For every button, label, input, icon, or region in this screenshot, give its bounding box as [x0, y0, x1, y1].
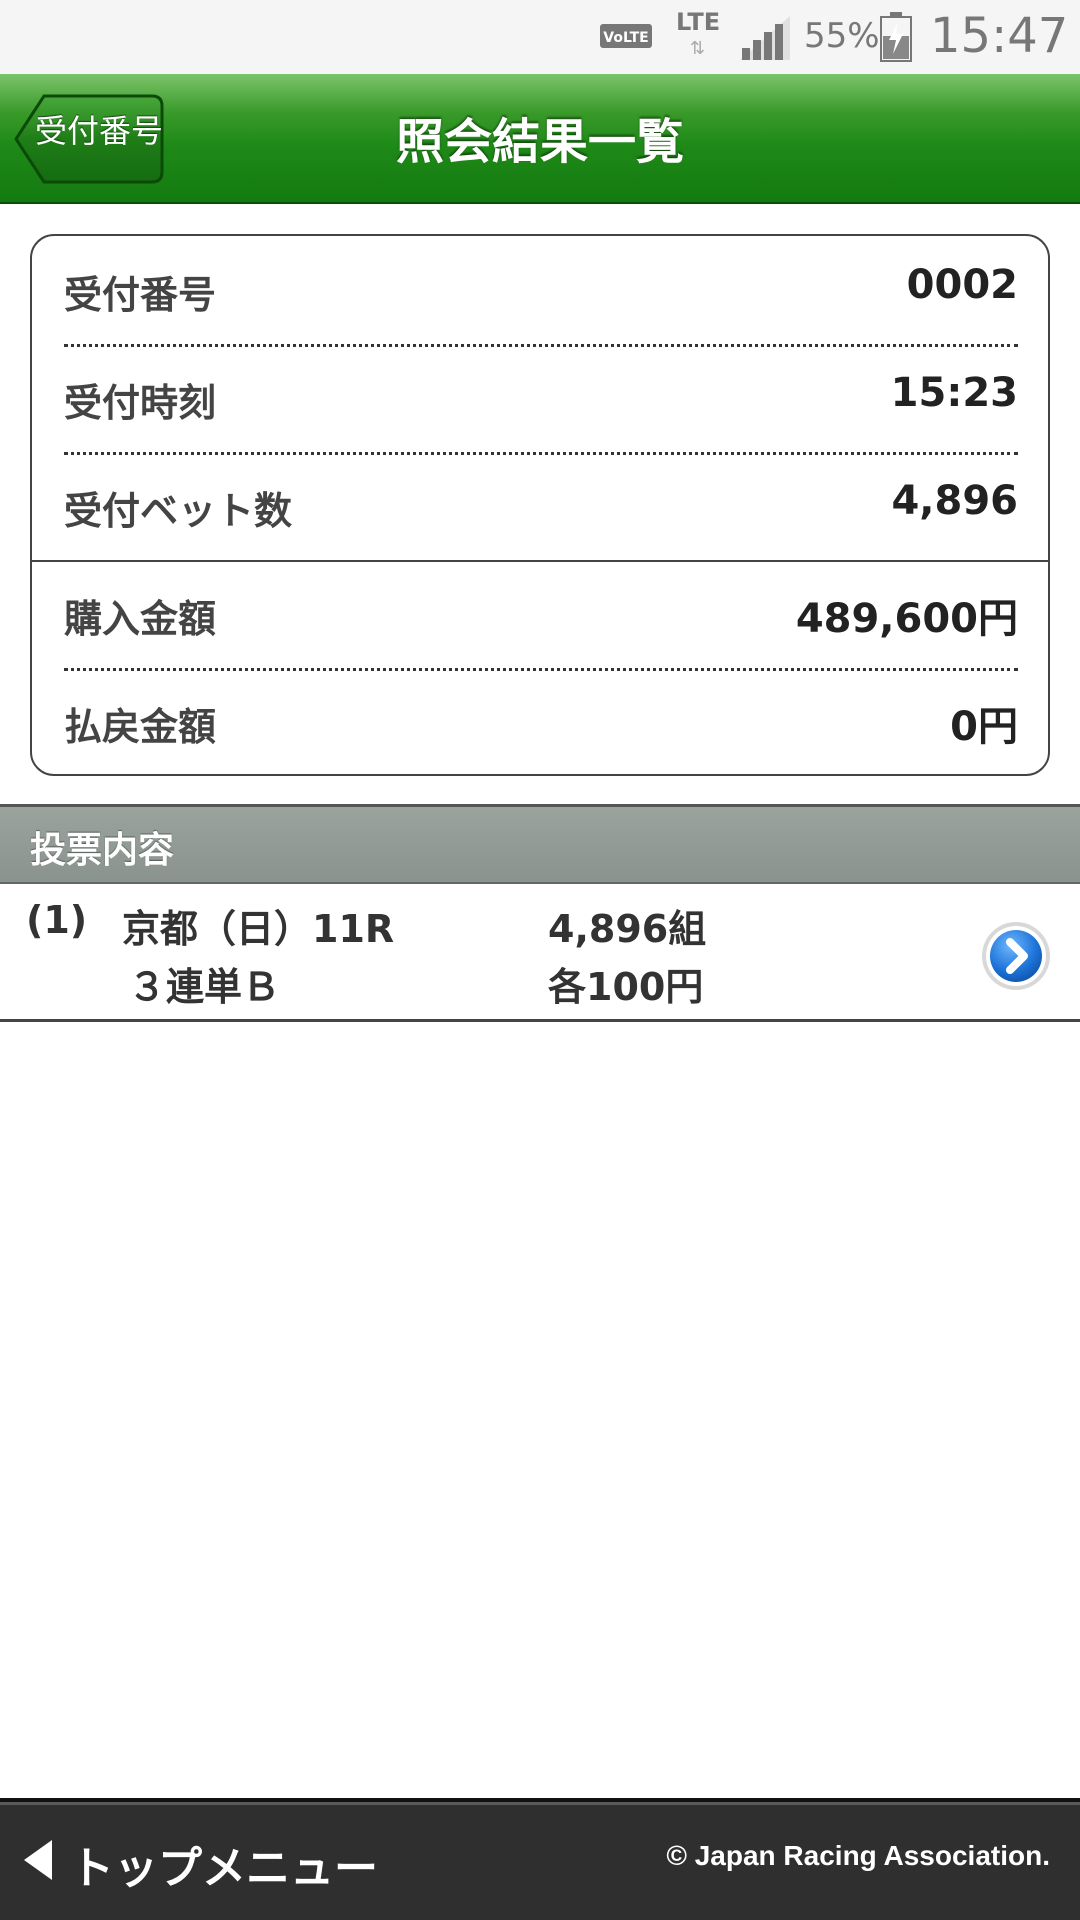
payout-amount-row: 払戻金額 0円	[64, 668, 1018, 776]
clock: 15:47	[930, 8, 1069, 64]
left-triangle-icon	[24, 1840, 52, 1880]
vote-list-item[interactable]: (1) 京都（日）11R ３連単Ｂ 4,896組 各100円	[0, 884, 1080, 1022]
vote-index: (1)	[26, 898, 88, 942]
battery-icon	[880, 12, 912, 62]
receipt-time-row: 受付時刻 15:23	[64, 344, 1018, 452]
bet-count-row: 受付ベット数 4,896	[64, 452, 1018, 560]
purchase-amount-label: 購入金額	[64, 597, 217, 641]
vote-bet-type: ３連単Ｂ	[128, 965, 281, 1009]
data-activity-icon: ⇅	[690, 38, 706, 59]
top-menu-label: トップメニュー	[70, 1843, 378, 1894]
receipt-number-value: 0002	[906, 262, 1018, 308]
app-header: 受付番号 照会結果一覧	[0, 74, 1080, 204]
vote-combinations: 4,896組	[548, 907, 707, 951]
footer-highlight	[0, 1802, 1080, 1805]
payout-amount-value: 0円	[950, 704, 1018, 750]
screen: VoLTE LTE ⇅ 55% 15:47 受付番号 照会結果一覧 受付番号 0…	[0, 0, 1080, 1920]
purchase-amount-row: 購入金額 489,600円	[64, 560, 1018, 668]
battery-percent: 55%	[804, 16, 880, 56]
purchase-amount-value: 489,600円	[795, 596, 1018, 642]
vote-race: 京都（日）11R	[122, 907, 395, 951]
bet-count-value: 4,896	[891, 478, 1018, 524]
payout-amount-label: 払戻金額	[64, 705, 217, 749]
vote-unit-amount: 各100円	[548, 965, 704, 1009]
footer-bar: トップメニュー © Japan Racing Association.	[0, 1798, 1080, 1920]
copyright-text: © Japan Racing Association.	[666, 1840, 1050, 1871]
receipt-time-label: 受付時刻	[64, 381, 217, 425]
status-bar: VoLTE LTE ⇅ 55% 15:47	[0, 0, 1080, 74]
receipt-time-value: 15:23	[890, 370, 1018, 416]
lte-icon: LTE	[676, 8, 721, 36]
receipt-number-row: 受付番号 0002	[64, 236, 1018, 344]
bet-count-label: 受付ベット数	[64, 489, 293, 533]
receipt-info-card: 受付番号 0002 受付時刻 15:23 受付ベット数 4,896 購入金額 4…	[30, 234, 1050, 776]
vote-section-title: 投票内容	[30, 830, 175, 871]
chevron-right-circle-icon[interactable]	[980, 920, 1052, 992]
vote-section-header: 投票内容	[0, 804, 1080, 884]
signal-icon	[740, 16, 790, 60]
page-title: 照会結果一覧	[395, 114, 684, 170]
receipt-number-label: 受付番号	[64, 273, 217, 317]
volte-icon: VoLTE	[600, 24, 652, 48]
